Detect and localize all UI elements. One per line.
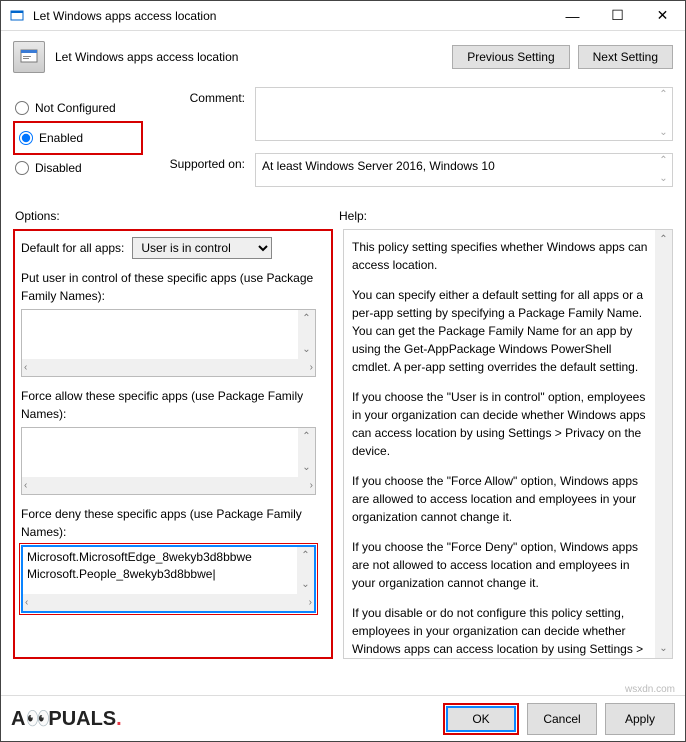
- minimize-button[interactable]: —: [550, 1, 595, 30]
- appuals-logo: A👀PUALS.: [11, 706, 122, 731]
- scrollbar-vertical-icon[interactable]: ⌃⌄: [298, 428, 315, 477]
- supported-on-label: Supported on:: [155, 153, 245, 171]
- help-text: If you choose the "Force Allow" option, …: [352, 472, 650, 526]
- cancel-button[interactable]: Cancel: [527, 703, 597, 735]
- force-allow-label: Force allow these specific apps (use Pac…: [21, 387, 325, 423]
- help-scrollbar[interactable]: ⌃⌄: [655, 230, 672, 658]
- help-text: If you disable or do not configure this …: [352, 604, 650, 659]
- disabled-radio[interactable]: [15, 161, 29, 175]
- disabled-label[interactable]: Disabled: [35, 161, 82, 175]
- apply-button[interactable]: Apply: [605, 703, 675, 735]
- help-text: If you choose the "Force Deny" option, W…: [352, 538, 650, 592]
- put-user-textarea[interactable]: ⌃⌄ ‹›: [21, 309, 316, 377]
- enabled-radio[interactable]: [19, 131, 33, 145]
- options-heading: Options:: [13, 209, 339, 223]
- next-setting-button[interactable]: Next Setting: [578, 45, 673, 69]
- ok-button[interactable]: OK: [446, 706, 516, 732]
- scrollbar-supported[interactable]: ⌃⌄: [655, 154, 672, 186]
- close-button[interactable]: ✕: [640, 1, 685, 30]
- default-for-all-apps-select[interactable]: User is in control: [132, 237, 272, 259]
- window-title: Let Windows apps access location: [33, 9, 550, 23]
- options-pane: Default for all apps: User is in control…: [13, 229, 333, 659]
- scrollbar-vertical-icon[interactable]: ⌃⌄: [297, 547, 314, 594]
- scrollbar-horizontal-icon[interactable]: ‹›: [22, 359, 315, 376]
- default-for-all-apps-label: Default for all apps:: [21, 241, 124, 255]
- previous-setting-button[interactable]: Previous Setting: [452, 45, 569, 69]
- comment-textarea[interactable]: ⌃⌄: [255, 87, 673, 141]
- watermark: wsxdn.com: [625, 684, 675, 695]
- not-configured-radio[interactable]: [15, 101, 29, 115]
- force-deny-label: Force deny these specific apps (use Pack…: [21, 505, 325, 541]
- scrollbar-vertical-icon[interactable]: ⌃⌄: [298, 310, 315, 359]
- supported-on-text: At least Windows Server 2016, Windows 10…: [255, 153, 673, 187]
- scrollbar-horizontal-icon[interactable]: ‹›: [23, 594, 314, 611]
- comment-label: Comment:: [155, 87, 245, 105]
- enabled-label[interactable]: Enabled: [39, 131, 83, 145]
- app-icon: [9, 8, 25, 24]
- force-deny-textarea[interactable]: Microsoft.MicrosoftEdge_8wekyb3d8bbwe Mi…: [21, 545, 316, 613]
- help-text: You can specify either a default setting…: [352, 286, 650, 376]
- scrollbar-horizontal-icon[interactable]: ‹›: [22, 477, 315, 494]
- help-text: If you choose the "User is in control" o…: [352, 388, 650, 460]
- help-text: This policy setting specifies whether Wi…: [352, 238, 650, 274]
- help-pane: This policy setting specifies whether Wi…: [343, 229, 673, 659]
- maximize-button[interactable]: ☐: [595, 1, 640, 30]
- help-heading: Help:: [339, 209, 367, 223]
- not-configured-label[interactable]: Not Configured: [35, 101, 116, 115]
- put-user-label: Put user in control of these specific ap…: [21, 269, 325, 305]
- page-title: Let Windows apps access location: [55, 50, 452, 64]
- policy-icon: [13, 41, 45, 73]
- force-allow-textarea[interactable]: ⌃⌄ ‹›: [21, 427, 316, 495]
- scrollbar-comment[interactable]: ⌃⌄: [655, 88, 672, 140]
